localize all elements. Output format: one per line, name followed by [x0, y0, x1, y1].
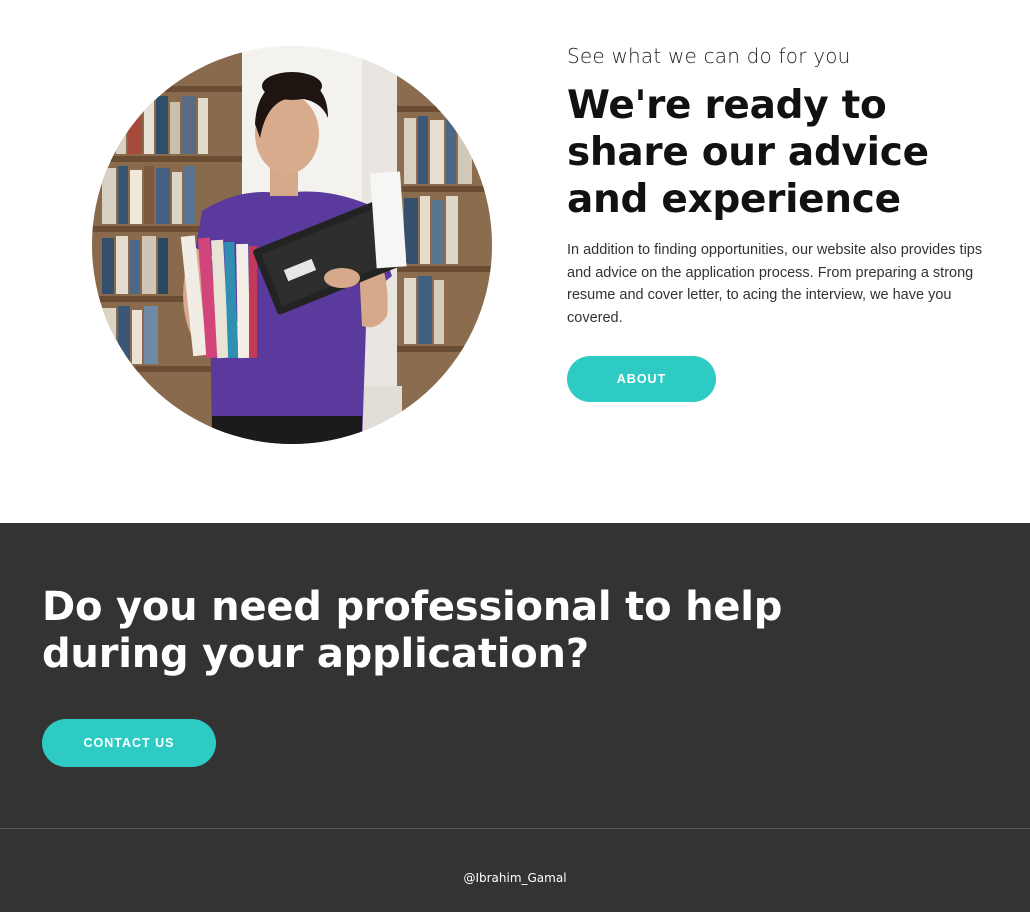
about-heading: We're ready to share our advice and expe…: [567, 83, 929, 222]
about-eyebrow: See what we can do for you: [567, 44, 851, 68]
footer: @Ibrahim_Gamal: [0, 828, 1030, 912]
about-section: See what we can do for you We're ready t…: [0, 0, 1030, 523]
contact-us-button[interactable]: CONTACT US: [42, 719, 216, 767]
footer-credit: @Ibrahim_Gamal: [463, 871, 567, 885]
about-text: See what we can do for you We're ready t…: [567, 42, 1007, 329]
cta-heading: Do you need professional to help during …: [42, 584, 783, 677]
student-photo: [92, 46, 492, 444]
about-button[interactable]: ABOUT: [567, 356, 716, 402]
about-description: In addition to finding opportunities, ou…: [567, 242, 983, 326]
